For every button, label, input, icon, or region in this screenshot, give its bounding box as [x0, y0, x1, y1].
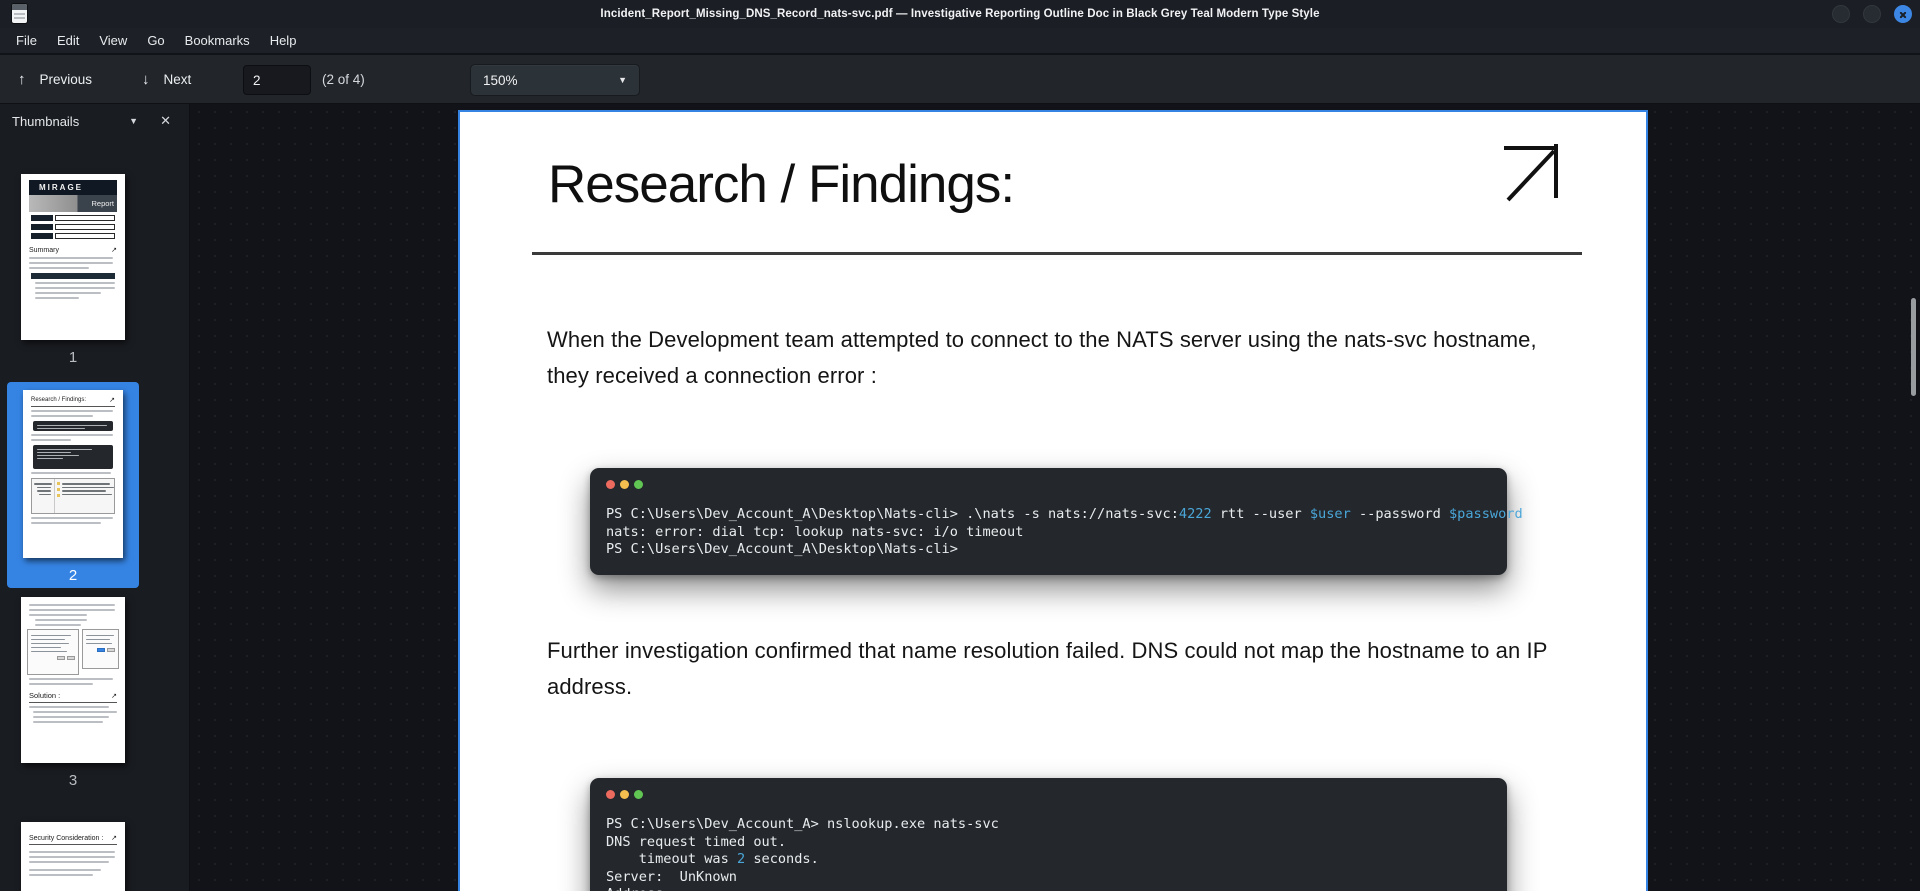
- menu-view[interactable]: View: [99, 33, 127, 48]
- mini-file-explorer: [31, 478, 115, 514]
- maximize-button[interactable]: [1863, 5, 1881, 23]
- previous-page-button[interactable]: ↑ Previous: [12, 55, 98, 104]
- menu-file[interactable]: File: [16, 33, 37, 48]
- traffic-light-red-icon: [606, 790, 615, 799]
- thumbnails-sidebar: Thumbnails ▼ ✕ MIRAGE Report Summary ↗ 1…: [0, 104, 190, 891]
- title-bar: Incident_Report_Missing_DNS_Record_nats-…: [0, 0, 1920, 28]
- menu-edit[interactable]: Edit: [57, 33, 79, 48]
- terminal-output: PS C:\Users\Dev_Account_A> nslookup.exe …: [606, 816, 999, 891]
- thumbnail-page-2-selected[interactable]: Research / Findings: ↗ 2: [7, 382, 139, 588]
- vertical-scrollbar[interactable]: [1908, 104, 1918, 891]
- mini-brand-text: MIRAGE: [39, 183, 83, 192]
- terminal-screenshot-nslookup: PS C:\Users\Dev_Account_A> nslookup.exe …: [590, 778, 1507, 891]
- arrow-up-right-icon: ↗: [109, 397, 115, 404]
- traffic-light-green-icon: [634, 480, 643, 489]
- scrollbar-thumb[interactable]: [1911, 298, 1916, 396]
- terminal-output: PS C:\Users\Dev_Account_A\Desktop\Nats-c…: [606, 506, 1523, 557]
- paragraph-connection-error: When the Development team attempted to c…: [547, 327, 1537, 388]
- minimize-button[interactable]: [1832, 5, 1850, 23]
- main-body: Thumbnails ▼ ✕ MIRAGE Report Summary ↗ 1…: [0, 104, 1920, 891]
- page-title: Research / Findings:: [548, 155, 1015, 214]
- menu-help[interactable]: Help: [270, 33, 297, 48]
- thumbnail-page-4[interactable]: Security Consideration : ↗: [0, 822, 146, 891]
- page-count-text: (2 of 4): [322, 72, 365, 87]
- heading-divider: [532, 252, 1582, 255]
- pdf-viewer-window: Incident_Report_Missing_DNS_Record_nats-…: [0, 0, 1920, 891]
- thumbnail-page-1[interactable]: MIRAGE Report Summary ↗ 1: [0, 174, 146, 366]
- arrow-up-right-icon: ↗: [111, 247, 117, 254]
- thumbnail-page-3-preview: Solution : ↗: [21, 597, 125, 763]
- next-page-button[interactable]: ↓ Next: [136, 55, 197, 104]
- window-title: Incident_Report_Missing_DNS_Record_nats-…: [600, 8, 1320, 20]
- traffic-light-yellow-icon: [620, 790, 629, 799]
- page-number-input[interactable]: [243, 65, 311, 95]
- traffic-light-yellow-icon: [620, 480, 629, 489]
- thumbnail-page-3-label: 3: [68, 772, 78, 789]
- menu-bookmarks[interactable]: Bookmarks: [185, 33, 250, 48]
- paragraph-dns-failure: Further investigation confirmed that nam…: [547, 638, 1548, 699]
- sidebar-close-icon[interactable]: ✕: [156, 111, 175, 131]
- pdf-page-2: Research / Findings: When the Developmen…: [458, 110, 1648, 891]
- toolbar: ↑ Previous ↓ Next (2 of 4) 150% ▼: [0, 55, 1920, 104]
- arrow-up-right-icon: [1504, 144, 1558, 202]
- mini-research-heading: Research / Findings:: [31, 397, 87, 403]
- close-button[interactable]: [1894, 5, 1912, 23]
- next-label: Next: [163, 72, 192, 87]
- thumbnail-page-1-label: 1: [68, 349, 78, 366]
- thumbnail-page-2-label: 2: [68, 567, 78, 584]
- arrow-down-icon: ↓: [142, 71, 150, 88]
- mini-summary-heading: Summary: [29, 246, 59, 254]
- zoom-value: 150%: [483, 72, 518, 88]
- thumbnail-page-1-preview: MIRAGE Report Summary ↗: [21, 174, 125, 340]
- chevron-down-icon: ▼: [618, 75, 627, 85]
- mini-security-heading: Security Consideration :: [29, 834, 104, 842]
- traffic-light-icons: [606, 480, 1507, 489]
- sidebar-header: Thumbnails ▼ ✕: [0, 104, 189, 138]
- thumbnail-page-3[interactable]: Solution : ↗ 3: [0, 597, 146, 789]
- document-app-icon: [12, 4, 27, 23]
- mini-solution-heading: Solution :: [29, 691, 61, 700]
- arrow-up-right-icon: ↗: [111, 692, 117, 700]
- thumbnail-page-4-preview: Security Consideration : ↗: [21, 822, 125, 891]
- sidebar-title: Thumbnails: [12, 113, 80, 129]
- traffic-light-green-icon: [634, 790, 643, 799]
- mini-terminal-1: [33, 421, 113, 431]
- traffic-light-icons: [606, 790, 1507, 799]
- arrow-up-right-icon: ↗: [111, 835, 117, 842]
- terminal-screenshot-nats-cli: PS C:\Users\Dev_Account_A\Desktop\Nats-c…: [590, 468, 1523, 575]
- menu-bar: File Edit View Go Bookmarks Help: [0, 28, 1920, 54]
- sidebar-mode-dropdown-icon[interactable]: ▼: [125, 112, 142, 130]
- window-controls: [1832, 5, 1912, 23]
- thumbnail-page-2-preview: Research / Findings: ↗: [23, 390, 123, 558]
- menu-go[interactable]: Go: [147, 33, 164, 48]
- previous-label: Previous: [39, 72, 93, 87]
- arrow-up-icon: ↑: [18, 71, 26, 88]
- traffic-light-red-icon: [606, 480, 615, 489]
- zoom-level-dropdown[interactable]: 150% ▼: [470, 64, 640, 96]
- mini-report-badge: Report: [91, 199, 114, 208]
- document-viewport[interactable]: Research / Findings: When the Developmen…: [191, 104, 1920, 891]
- mini-photo: Report: [29, 195, 117, 212]
- mini-section-bar: [31, 273, 115, 279]
- mini-terminal-2: [33, 445, 113, 469]
- mini-dialog-screenshots: [27, 629, 119, 675]
